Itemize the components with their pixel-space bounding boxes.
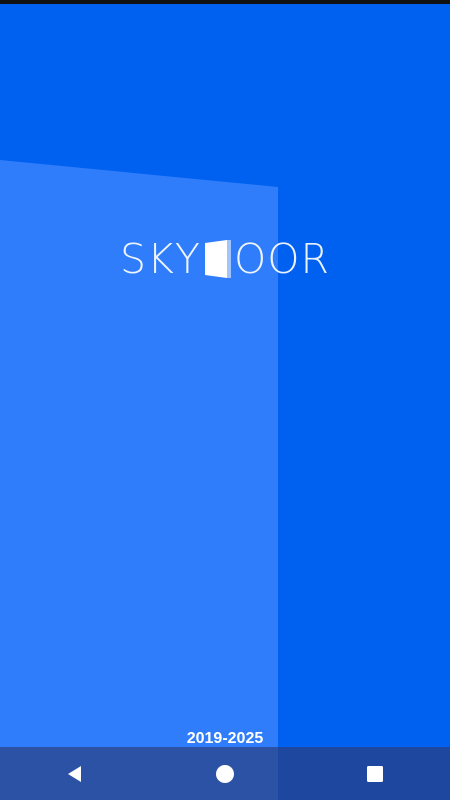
recents-button[interactable]	[345, 747, 405, 800]
home-button[interactable]	[195, 747, 255, 800]
background	[0, 0, 450, 800]
back-triangle-icon	[68, 765, 81, 782]
logo-text-sky: SKY	[120, 235, 201, 283]
app-logo: SKY OOR	[0, 226, 450, 289]
splash-screen: SKY OOR 2019-2025	[0, 0, 450, 800]
recents-square-icon	[367, 765, 383, 782]
status-bar	[0, 0, 450, 4]
copyright-years: 2019-2025	[186, 730, 264, 747]
navigation-bar	[0, 747, 450, 800]
home-circle-icon	[216, 764, 234, 783]
logo-text-oor: OOR	[233, 235, 330, 283]
door-icon	[204, 240, 231, 278]
back-button[interactable]	[45, 747, 105, 800]
